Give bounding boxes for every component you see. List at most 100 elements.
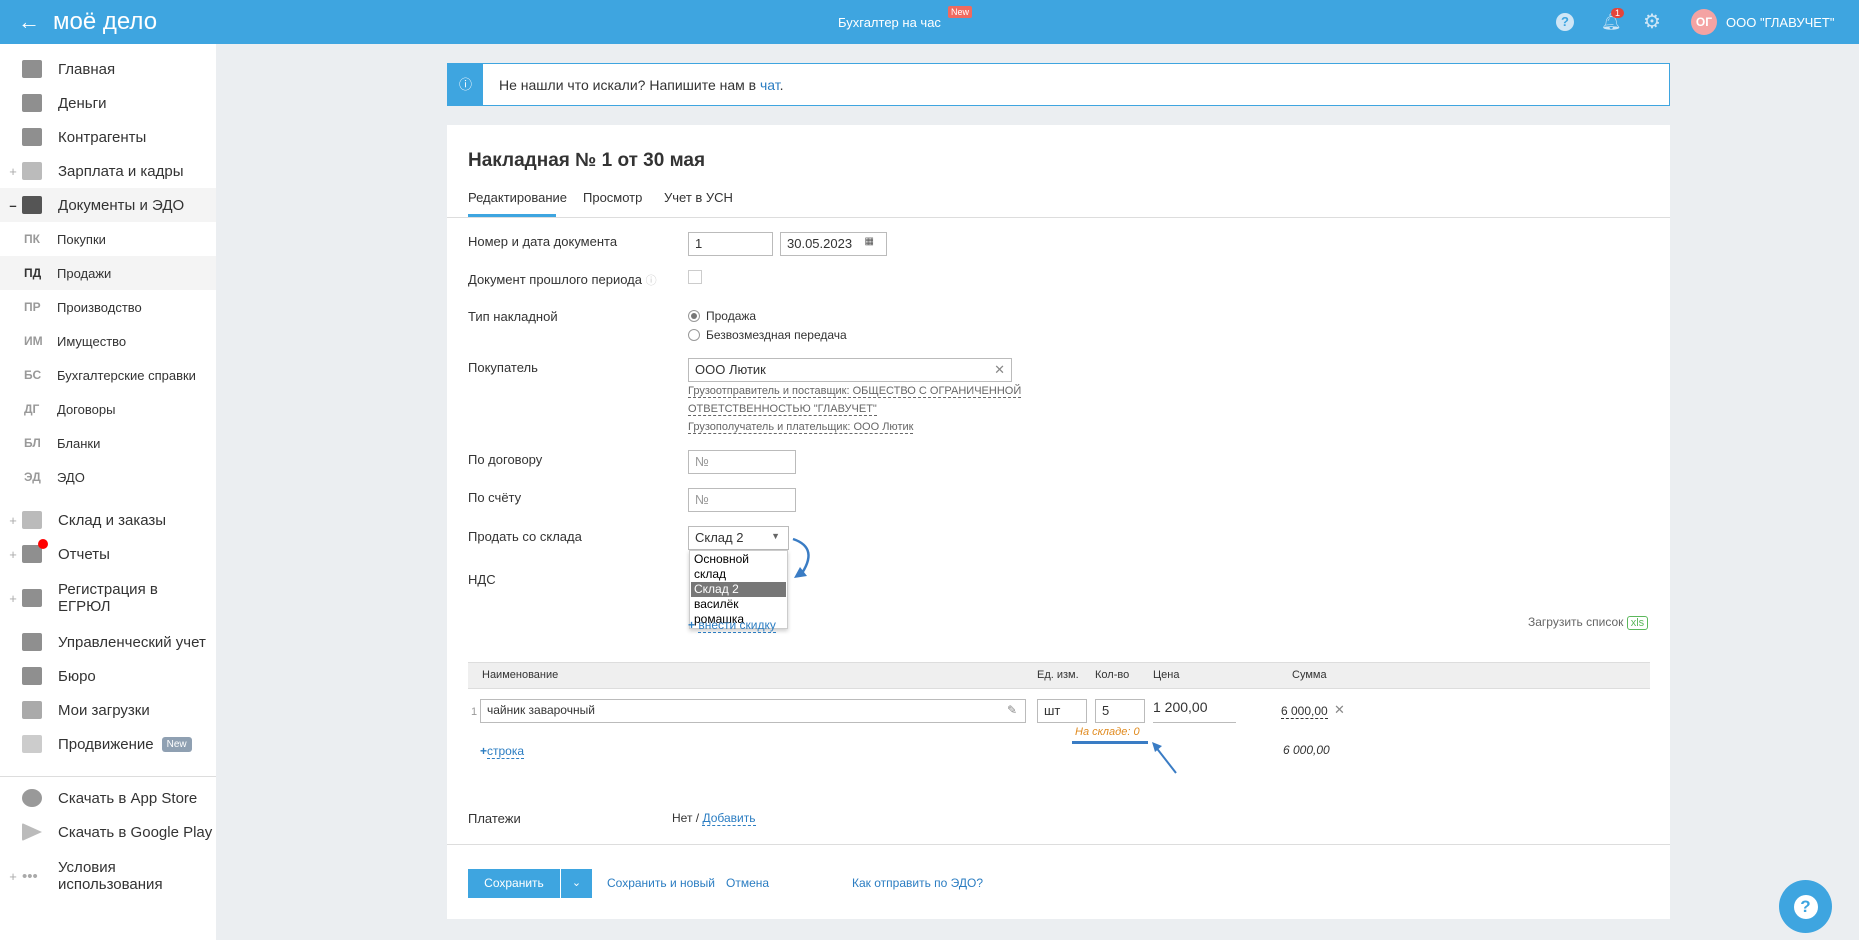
dropdown-option-selected[interactable]: Склад 2 (691, 582, 786, 597)
label-warehouse: Продать со склада (468, 529, 582, 544)
sidebar-subitem-property[interactable]: ИМ Имущество (0, 324, 216, 358)
sidebar-item-management[interactable]: Управленческий учет (0, 625, 216, 659)
back-arrow-icon[interactable]: ← (18, 9, 40, 35)
price-input[interactable]: 1 200,00 (1153, 699, 1236, 723)
info-icon: ⓘ (448, 64, 483, 105)
subitem-abbr: БС (24, 368, 42, 382)
sidebar-item-salary[interactable]: + Зарплата и кадры (0, 154, 216, 188)
edo-help-link[interactable]: Как отправить по ЭДО? (852, 876, 983, 890)
chat-link[interactable]: чат (760, 77, 780, 93)
radio-free-transfer[interactable]: Безвозмездная передача (688, 328, 847, 342)
doc-date-input[interactable]: 30.05.2023 ▦ (780, 232, 887, 256)
collapse-toggle[interactable]: – (0, 198, 22, 213)
label-type: Тип накладной (468, 309, 558, 324)
item-name-input[interactable]: чайник заварочный ✎ (480, 699, 1026, 723)
sidebar-item-label: Скачать в Google Play (58, 823, 213, 841)
shipper-link-cont[interactable]: ОТВЕТСТВЕННОСТЬЮ "ГЛАВУЧЕТ" (688, 403, 877, 416)
add-row-link[interactable]: +строка (480, 744, 525, 759)
sidebar-item-label: Контрагенты (58, 128, 147, 146)
upload-list-button[interactable]: Загрузить список xls (1528, 615, 1649, 630)
top-header: ← моё дело Бухгалтер на час New ? 🔔︎ 1 ⚙… (0, 0, 1859, 44)
dropdown-option[interactable]: Основной склад (691, 552, 786, 582)
tab-editing[interactable]: Редактирование (468, 190, 567, 205)
expand-toggle[interactable]: + (0, 513, 22, 528)
subitem-abbr: ПК (24, 232, 40, 246)
warehouse-icon (22, 511, 42, 529)
tab-usn[interactable]: Учет в УСН (664, 190, 733, 205)
sidebar-subitem-purchases[interactable]: ПК Покупки (0, 222, 216, 256)
sidebar-item-money[interactable]: Деньги (0, 86, 216, 120)
dropdown-option[interactable]: василёк (691, 597, 786, 612)
logo[interactable]: моё дело (53, 8, 157, 36)
buyer-input[interactable]: ООО Лютик ✕ (688, 358, 1012, 382)
sidebar-item-promotion[interactable]: Продвижение New (0, 727, 216, 761)
warehouse-select[interactable]: Склад 2 ▼ (688, 526, 789, 550)
payments-value: Нет / Добавить (672, 811, 756, 826)
chevron-down-icon: ▼ (771, 531, 780, 541)
invoice-input[interactable]: № (688, 488, 796, 512)
sidebar-item-terms[interactable]: + ••• Условия использования (0, 854, 216, 898)
help-icon[interactable]: ? (1556, 13, 1574, 31)
sidebar-item-bureau[interactable]: Бюро (0, 659, 216, 693)
expand-toggle[interactable]: + (0, 868, 22, 885)
sidebar-item-label: Управленческий учет (58, 633, 206, 651)
tab-view[interactable]: Просмотр (583, 190, 642, 205)
sidebar-item-reports[interactable]: + Отчеты (0, 537, 216, 571)
doc-number-input[interactable]: 1 (688, 232, 773, 256)
sidebar-subitem-sales[interactable]: ПД Продажи (0, 256, 216, 290)
pencil-icon[interactable]: ✎ (1007, 703, 1017, 717)
save-button[interactable]: Сохранить (468, 869, 560, 898)
save-options-dropdown[interactable]: ⌄ (561, 869, 592, 898)
cancel-link[interactable]: Отмена (726, 876, 769, 890)
subitem-abbr: ДГ (24, 402, 40, 416)
sidebar-item-downloads[interactable]: Мои загрузки (0, 693, 216, 727)
sidebar-item-registration[interactable]: + Регистрация в ЕГРЮЛ (0, 576, 216, 620)
date-value: 30.05.2023 (787, 236, 853, 251)
unit-input[interactable]: шт (1037, 699, 1087, 723)
accountant-hour-link[interactable]: Бухгалтер на час (838, 15, 941, 30)
past-period-checkbox[interactable] (688, 270, 702, 284)
sidebar-subitem-production[interactable]: ПР Производство (0, 290, 216, 324)
add-payment-link[interactable]: Добавить (702, 811, 756, 826)
xls-icon: xls (1626, 616, 1649, 630)
sidebar-item-home[interactable]: Главная (0, 52, 216, 86)
promotion-icon (22, 735, 42, 753)
chevron-down-icon: ⌄ (571, 877, 582, 889)
qty-input[interactable]: 5 (1095, 699, 1145, 723)
expand-toggle[interactable]: + (0, 164, 22, 179)
info-icon[interactable]: ⓘ (646, 275, 657, 287)
row-sum[interactable]: 6 000,00 (1281, 704, 1328, 719)
notification-count: 1 (1611, 8, 1625, 18)
consignee-link[interactable]: Грузополучатель и плательщик: ООО Лютик (688, 421, 914, 434)
add-discount-link[interactable]: + внести скидку (688, 618, 776, 633)
sidebar-item-label: Склад и заказы (58, 511, 167, 529)
new-badge: New (948, 6, 973, 18)
expand-toggle[interactable]: + (0, 590, 22, 607)
sidebar-item-app-store[interactable]: Скачать в App Store (0, 781, 216, 815)
expand-toggle[interactable]: + (0, 547, 22, 562)
calendar-icon[interactable]: ▦ (865, 236, 874, 247)
sidebar-subitem-edo[interactable]: ЭД ЭДО (0, 460, 216, 494)
sidebar-item-google-play[interactable]: Скачать в Google Play (0, 815, 216, 849)
briefcase-icon (22, 667, 42, 685)
sidebar-subitem-accounting-notes[interactable]: БС Бухгалтерские справки (0, 358, 216, 392)
subitem-abbr: ИМ (24, 334, 43, 348)
company-name[interactable]: ООО "ГЛАВУЧЕТ" (1726, 15, 1834, 30)
radio-sale[interactable]: Продажа (688, 309, 756, 323)
contract-input[interactable]: № (688, 450, 796, 474)
clear-icon[interactable]: ✕ (994, 362, 1005, 378)
table-total: 6 000,00 (1283, 743, 1330, 757)
shipper-link[interactable]: Грузоотправитель и поставщик: ОБЩЕСТВО С… (688, 385, 1022, 398)
delete-row-icon[interactable]: ✕ (1334, 702, 1345, 718)
sidebar-item-contractors[interactable]: Контрагенты (0, 120, 216, 154)
annotation-arrow-icon (792, 537, 810, 578)
sidebar-subitem-contracts[interactable]: ДГ Договоры (0, 392, 216, 426)
gear-icon[interactable]: ⚙ (1643, 9, 1661, 34)
sidebar-item-warehouse[interactable]: + Склад и заказы (0, 503, 216, 537)
reports-icon (22, 539, 48, 563)
sidebar-item-documents[interactable]: – Документы и ЭДО (0, 188, 216, 222)
sidebar-subitem-forms[interactable]: БЛ Бланки (0, 426, 216, 460)
help-fab[interactable]: ? (1779, 880, 1832, 933)
avatar[interactable]: ОГ (1691, 9, 1717, 35)
save-and-new-link[interactable]: Сохранить и новый (607, 876, 715, 890)
